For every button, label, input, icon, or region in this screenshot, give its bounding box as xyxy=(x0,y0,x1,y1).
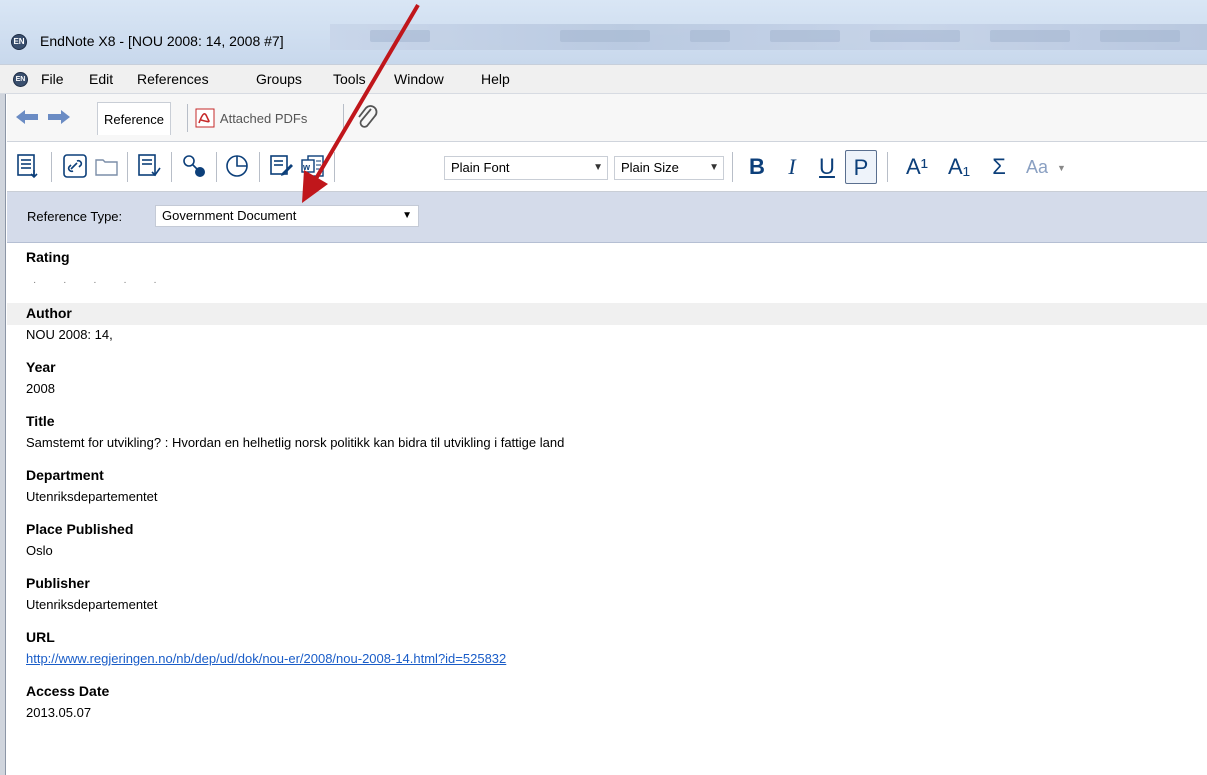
field-value-author[interactable]: NOU 2008: 14, xyxy=(26,327,113,342)
menu-tools[interactable]: Tools xyxy=(333,71,366,87)
font-select-value: Plain Font xyxy=(451,160,510,175)
underline-button[interactable]: U xyxy=(811,150,843,184)
size-select-value: Plain Size xyxy=(621,160,679,175)
chevron-down-icon: ▼ xyxy=(402,210,412,221)
blurred-ghost xyxy=(870,30,960,42)
toolbar-separator xyxy=(887,152,888,182)
blurred-ghost xyxy=(370,30,430,42)
toolbar-separator xyxy=(334,152,335,182)
edit-note-icon[interactable] xyxy=(268,153,294,179)
toolbar-separator xyxy=(259,152,260,182)
pdf-icon xyxy=(195,108,215,128)
window-title: EndNote X8 - [NOU 2008: 14, 2008 #7] xyxy=(40,33,284,49)
blurred-ghost xyxy=(1100,30,1180,42)
check-reference-icon[interactable] xyxy=(136,153,162,179)
field-value-title[interactable]: Samstemt for utvikling? : Hvordan en hel… xyxy=(26,435,564,450)
toolbar-separator xyxy=(171,152,172,182)
tab-separator xyxy=(187,104,188,132)
tab-reference-label: Reference xyxy=(104,112,164,127)
field-label-year: Year xyxy=(26,359,56,375)
field-value-department[interactable]: Utenriksdepartementet xyxy=(26,489,158,504)
back-arrow-icon[interactable] xyxy=(16,110,38,124)
field-label-url: URL xyxy=(26,629,55,645)
toolbar-separator xyxy=(216,152,217,182)
chevron-down-icon: ▼ xyxy=(593,162,603,173)
svg-text:w: w xyxy=(302,162,311,172)
tab-reference[interactable]: Reference xyxy=(97,102,171,135)
menu-help[interactable]: Help xyxy=(481,71,510,87)
blurred-ghost xyxy=(560,30,650,42)
go-to-pdf-icon[interactable] xyxy=(225,153,251,179)
plain-button[interactable]: P xyxy=(845,150,877,184)
field-label-rating: Rating xyxy=(26,249,70,265)
tab-attached-pdfs-label: Attached PDFs xyxy=(219,111,308,126)
case-dropdown-arrow-icon[interactable]: ▼ xyxy=(1057,163,1066,173)
open-folder-icon[interactable] xyxy=(94,153,120,179)
menu-references[interactable]: References xyxy=(137,71,209,87)
reference-type-select[interactable]: Government Document ▼ xyxy=(155,205,419,227)
font-select[interactable]: Plain Font ▼ xyxy=(444,156,608,180)
word-document-icon[interactable]: w xyxy=(300,153,326,179)
endnote-app-icon[interactable]: EN xyxy=(11,34,27,50)
menu-edit[interactable]: Edit xyxy=(89,71,113,87)
field-label-publisher: Publisher xyxy=(26,575,90,591)
superscript-button[interactable]: A¹ xyxy=(897,150,937,184)
forward-arrow-icon[interactable] xyxy=(48,110,70,124)
field-value-place-published[interactable]: Oslo xyxy=(26,543,53,558)
find-text-icon[interactable] xyxy=(181,153,207,179)
insert-reference-icon[interactable] xyxy=(15,153,41,179)
bold-button[interactable]: B xyxy=(741,150,773,184)
field-label-author: Author xyxy=(26,305,72,321)
italic-button[interactable]: I xyxy=(776,150,808,184)
field-label-access-date: Access Date xyxy=(26,683,110,699)
menu-groups[interactable]: Groups xyxy=(256,71,302,87)
subscript-button[interactable]: A₁ xyxy=(939,150,979,184)
tab-row: Reference Attached PDFs xyxy=(7,94,1207,142)
formatting-toolbar: w Plain Font ▼ Plain Size ▼ B I U P A¹ A… xyxy=(7,142,1207,192)
size-select[interactable]: Plain Size ▼ xyxy=(614,156,724,180)
paperclip-icon[interactable] xyxy=(354,104,380,132)
field-label-place-published: Place Published xyxy=(26,521,134,537)
blurred-background-strip xyxy=(330,24,1207,50)
change-case-button[interactable]: Aa xyxy=(1019,150,1055,184)
menu-bar: EN File Edit References Groups Tools Win… xyxy=(0,64,1207,94)
toolbar-separator xyxy=(51,152,52,182)
toolbar-separator xyxy=(127,152,128,182)
reference-fields-panel: Rating · · · · · Author NOU 2008: 14, Ye… xyxy=(7,243,1207,775)
blurred-ghost xyxy=(690,30,730,42)
rating-stars[interactable]: · · · · · xyxy=(33,277,169,288)
reference-type-row: Reference Type: Government Document ▼ xyxy=(7,192,1207,243)
tab-separator xyxy=(343,104,344,132)
blurred-ghost xyxy=(770,30,840,42)
tab-attached-pdfs[interactable]: Attached PDFs xyxy=(191,102,313,135)
blurred-ghost xyxy=(990,30,1070,42)
symbol-button[interactable]: Σ xyxy=(983,150,1015,184)
menu-window[interactable]: Window xyxy=(394,71,444,87)
field-value-access-date[interactable]: 2013.05.07 xyxy=(26,705,91,720)
field-value-url-link[interactable]: http://www.regjeringen.no/nb/dep/ud/dok/… xyxy=(26,651,506,666)
title-bar: EN EndNote X8 - [NOU 2008: 14, 2008 #7] xyxy=(0,0,1207,64)
endnote-menu-icon[interactable]: EN xyxy=(13,72,28,87)
reference-type-value: Government Document xyxy=(162,208,297,223)
field-value-publisher[interactable]: Utenriksdepartementet xyxy=(26,597,158,612)
toolbar-separator xyxy=(732,152,733,182)
field-value-year[interactable]: 2008 xyxy=(26,381,55,396)
left-frame-border xyxy=(0,94,6,775)
field-label-band xyxy=(7,303,1207,325)
chevron-down-icon: ▼ xyxy=(709,162,719,173)
field-label-title: Title xyxy=(26,413,55,429)
reference-type-label: Reference Type: xyxy=(27,209,123,224)
menu-file[interactable]: File xyxy=(41,71,64,87)
link-icon[interactable] xyxy=(62,153,88,179)
field-label-department: Department xyxy=(26,467,104,483)
